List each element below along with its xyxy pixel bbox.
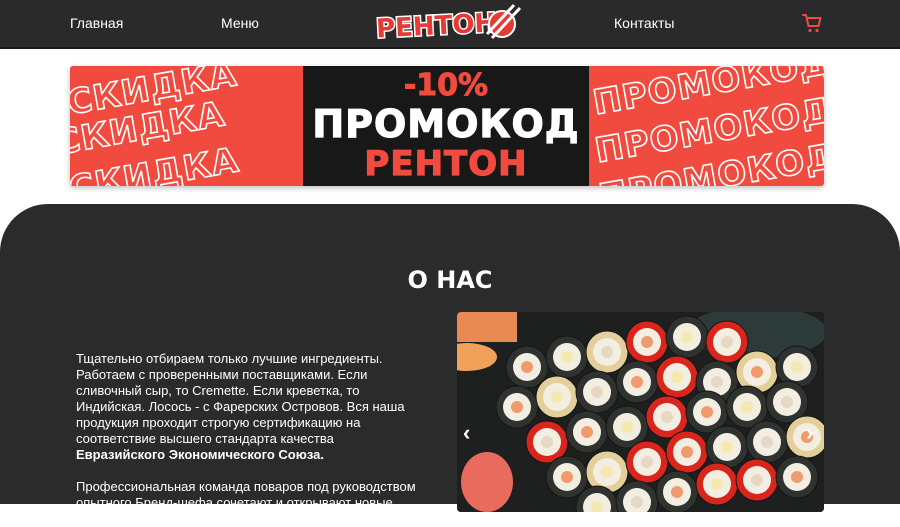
nav-link-home[interactable]: Главная [70, 15, 123, 31]
promo-banner[interactable]: СКИДКА СКИДКА СКИДКА ПРОМОКОДУ ПРОМОКОДУ… [70, 66, 824, 186]
renton-logo[interactable]: РЕНТОН [374, 2, 526, 44]
about-text: Тщательно отбираем только лучшие ингреди… [76, 351, 426, 527]
promo-code-box: -10% ПРОМОКОД РЕНТОН [303, 66, 589, 186]
section-title: О НАС [407, 266, 493, 294]
svg-text:РЕНТОН: РЕНТОН [375, 8, 497, 44]
nav-link-menu[interactable]: Меню [221, 15, 259, 31]
discount-percent: -10% [403, 68, 489, 104]
about-section: О НАС Тщательно отбираем только лучшие и… [0, 204, 900, 512]
sushi-photo-carousel[interactable]: ‹ › [457, 312, 824, 512]
promo-word: ПРОМОКОД [312, 101, 580, 146]
about-paragraph-1-text: Тщательно отбираем только лучшие ингреди… [76, 351, 405, 446]
about-paragraph-1-bold: Евразийского Экономического Союза. [76, 447, 324, 462]
carousel-prev-arrow[interactable]: ‹ [463, 420, 470, 446]
promo-code: РЕНТОН [364, 143, 528, 184]
nav-link-contacts[interactable]: Контакты [614, 15, 674, 31]
about-paragraph-1: Тщательно отбираем только лучшие ингреди… [76, 351, 426, 463]
carousel-next-arrow[interactable]: › [806, 420, 813, 446]
shopping-cart-icon[interactable] [800, 11, 824, 35]
about-paragraph-2: Профессиональная команда поваров под рук… [76, 479, 416, 510]
top-navigation-bar: Главная Меню РЕНТОН Контакты [0, 0, 900, 49]
sushi-photo [457, 312, 824, 512]
